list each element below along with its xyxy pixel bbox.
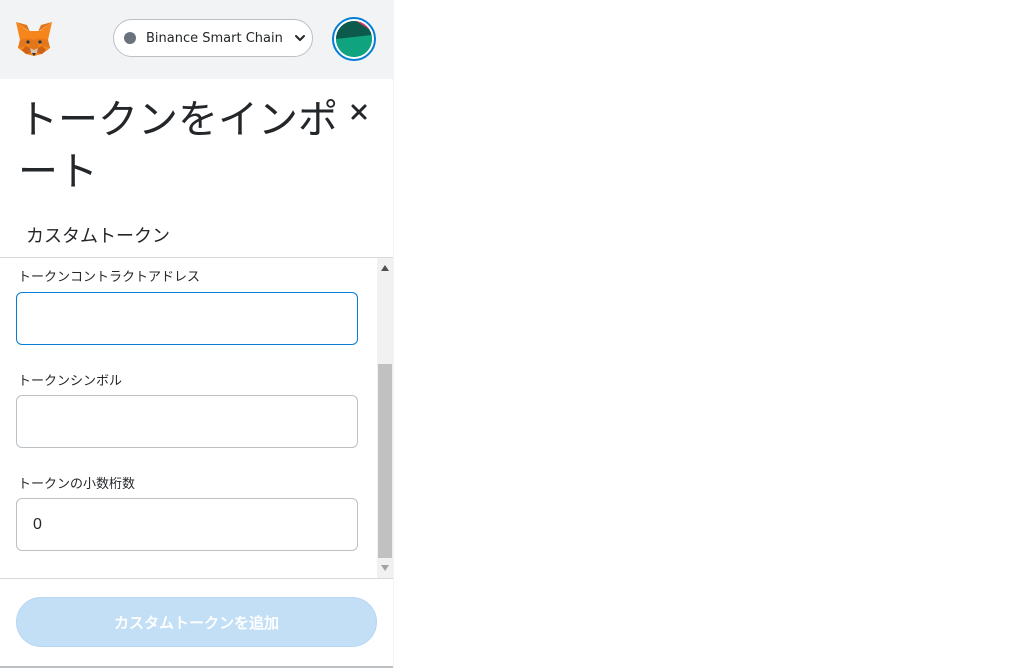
metamask-popup: Binance Smart Chain トークンをインポート カスタムトークン …	[0, 0, 394, 668]
chevron-down-icon	[294, 35, 305, 41]
token-symbol-input[interactable]	[16, 395, 358, 448]
network-selector[interactable]: Binance Smart Chain	[113, 19, 313, 57]
custom-token-form: トークンコントラクトアドレス トークンシンボル トークンの小数桁数	[0, 258, 377, 578]
network-name: Binance Smart Chain	[146, 30, 283, 46]
app-header: Binance Smart Chain	[0, 0, 393, 79]
content-divider-bottom	[0, 578, 393, 579]
tab-custom-token[interactable]: カスタムトークン	[26, 222, 170, 248]
account-menu-button[interactable]	[332, 17, 376, 61]
network-status-dot	[124, 32, 136, 44]
metamask-fox-icon[interactable]	[14, 20, 54, 58]
page-title: トークンをインポート	[18, 97, 338, 195]
account-avatar-icon	[336, 21, 372, 57]
scrollbar-thumb[interactable]	[378, 364, 392, 558]
token-address-input[interactable]	[16, 292, 358, 345]
form-scrollbar[interactable]	[377, 258, 393, 578]
token-decimals-label: トークンの小数桁数	[18, 477, 136, 492]
scroll-down-arrow-icon[interactable]	[377, 560, 393, 576]
close-icon[interactable]	[346, 99, 372, 125]
token-address-label: トークンコントラクトアドレス	[18, 270, 201, 285]
token-decimals-input[interactable]	[16, 498, 358, 551]
add-custom-token-button[interactable]: カスタムトークンを追加	[16, 597, 377, 647]
token-symbol-label: トークンシンボル	[18, 374, 123, 389]
scroll-up-arrow-icon[interactable]	[377, 260, 393, 276]
